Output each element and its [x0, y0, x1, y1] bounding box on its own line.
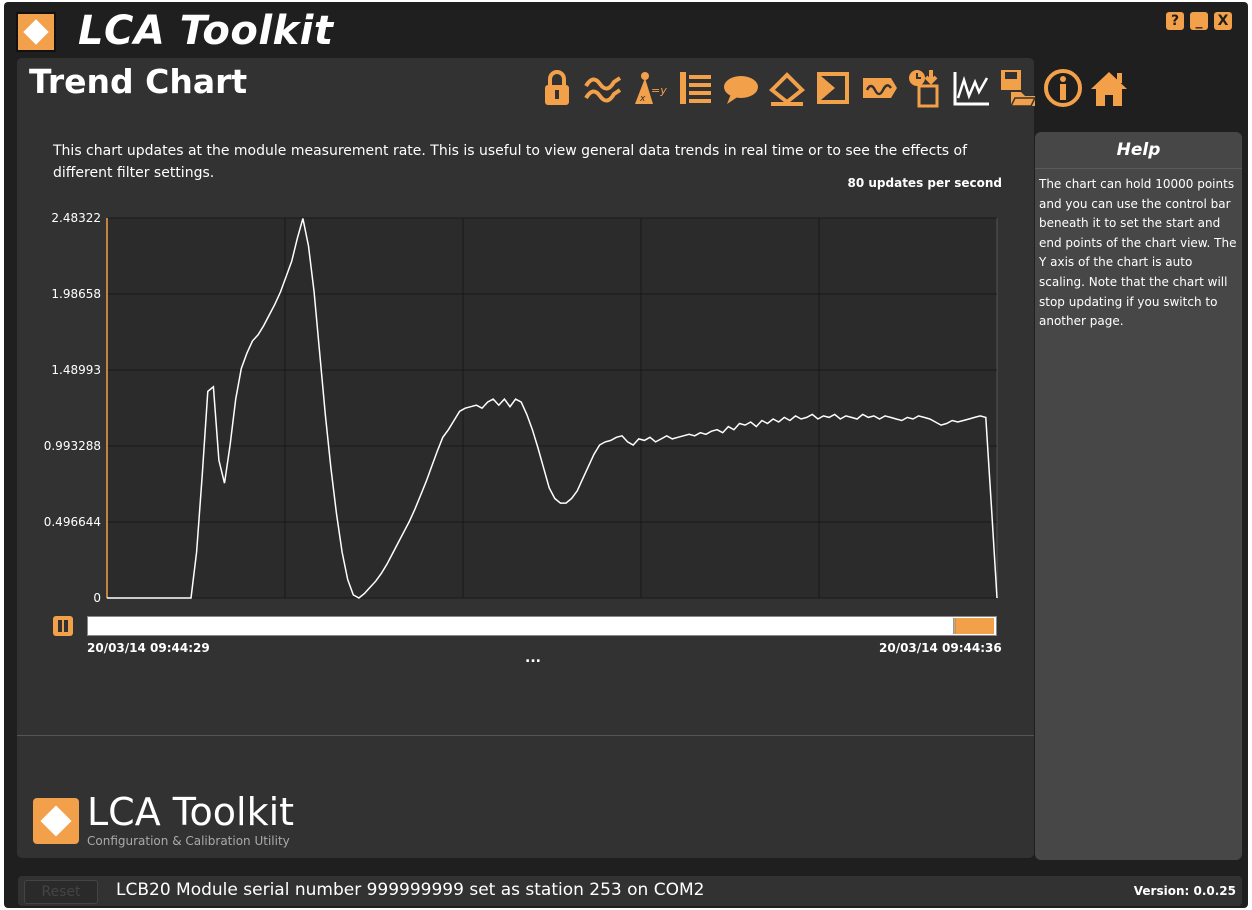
- page-title: Trend Chart: [29, 62, 248, 101]
- calibrate-icon[interactable]: =y x: [629, 68, 669, 114]
- sum-icon[interactable]: [813, 68, 853, 114]
- range-end-timestamp: 20/03/14 09:44:36: [879, 641, 1002, 655]
- chart-svg: 2.48322 1.98658 1.48993 0.993288 0.496644 0: [44, 211, 998, 605]
- y-tick-label: 1.98658: [51, 287, 101, 301]
- status-bar: Reset LCB20 Module serial number 9999999…: [18, 876, 1242, 906]
- help-text: The chart can hold 10000 points and you …: [1039, 177, 1237, 329]
- help-window-button[interactable]: ?: [1166, 12, 1184, 30]
- lock-icon[interactable]: [537, 68, 577, 114]
- svg-text:x: x: [639, 94, 646, 104]
- zero-icon[interactable]: [767, 68, 807, 114]
- divider: [17, 735, 1034, 736]
- help-title: Help: [1035, 132, 1242, 169]
- close-button[interactable]: X: [1214, 12, 1232, 30]
- version-label: Version: 0.0.25: [1133, 884, 1236, 898]
- brand-title: LCA Toolkit: [87, 790, 295, 834]
- update-rate: 80 updates per second: [847, 176, 1003, 190]
- brand-logo-icon: [33, 798, 79, 844]
- y-tick-label: 0.496644: [44, 515, 101, 529]
- y-tick-label: 0: [93, 591, 101, 605]
- logger-icon[interactable]: [905, 68, 945, 114]
- y-tick-label: 2.48322: [51, 211, 101, 225]
- comment-icon[interactable]: [721, 68, 761, 114]
- main-panel: Trend Chart =y x This chart updates at t…: [17, 58, 1127, 858]
- signal-icon[interactable]: [859, 68, 899, 114]
- app-title: LCA Toolkit: [78, 8, 334, 54]
- home-icon[interactable]: [1089, 68, 1129, 114]
- info-icon[interactable]: [1043, 68, 1083, 114]
- settings-list-icon[interactable]: [675, 68, 715, 114]
- pause-button[interactable]: [53, 616, 73, 636]
- ellipsis-indicator: ...: [525, 650, 541, 666]
- reset-button[interactable]: Reset: [24, 880, 98, 904]
- brand-subtitle: Configuration & Calibration Utility: [87, 834, 290, 848]
- range-control-bar[interactable]: [87, 616, 997, 636]
- minimize-button[interactable]: _: [1190, 12, 1208, 30]
- app-window: LCA Toolkit ? _ X Trend Chart =y x This …: [4, 2, 1248, 908]
- trend-chart-icon[interactable]: [951, 68, 991, 114]
- save-load-icon[interactable]: [997, 68, 1037, 114]
- svg-text:=y: =y: [651, 84, 667, 97]
- range-start-timestamp: 20/03/14 09:44:29: [87, 641, 210, 655]
- range-handle[interactable]: [953, 618, 994, 634]
- plot-area: [106, 217, 998, 599]
- filter-icon[interactable]: [583, 68, 623, 114]
- y-tick-label: 0.993288: [44, 439, 101, 453]
- app-logo: [16, 12, 56, 52]
- status-message: LCB20 Module serial number 999999999 set…: [116, 880, 705, 900]
- y-tick-label: 1.48993: [51, 363, 101, 377]
- help-panel: Help The chart can hold 10000 points and…: [1035, 132, 1242, 860]
- trend-chart: 2.48322 1.98658 1.48993 0.993288 0.496644 0: [17, 198, 1017, 622]
